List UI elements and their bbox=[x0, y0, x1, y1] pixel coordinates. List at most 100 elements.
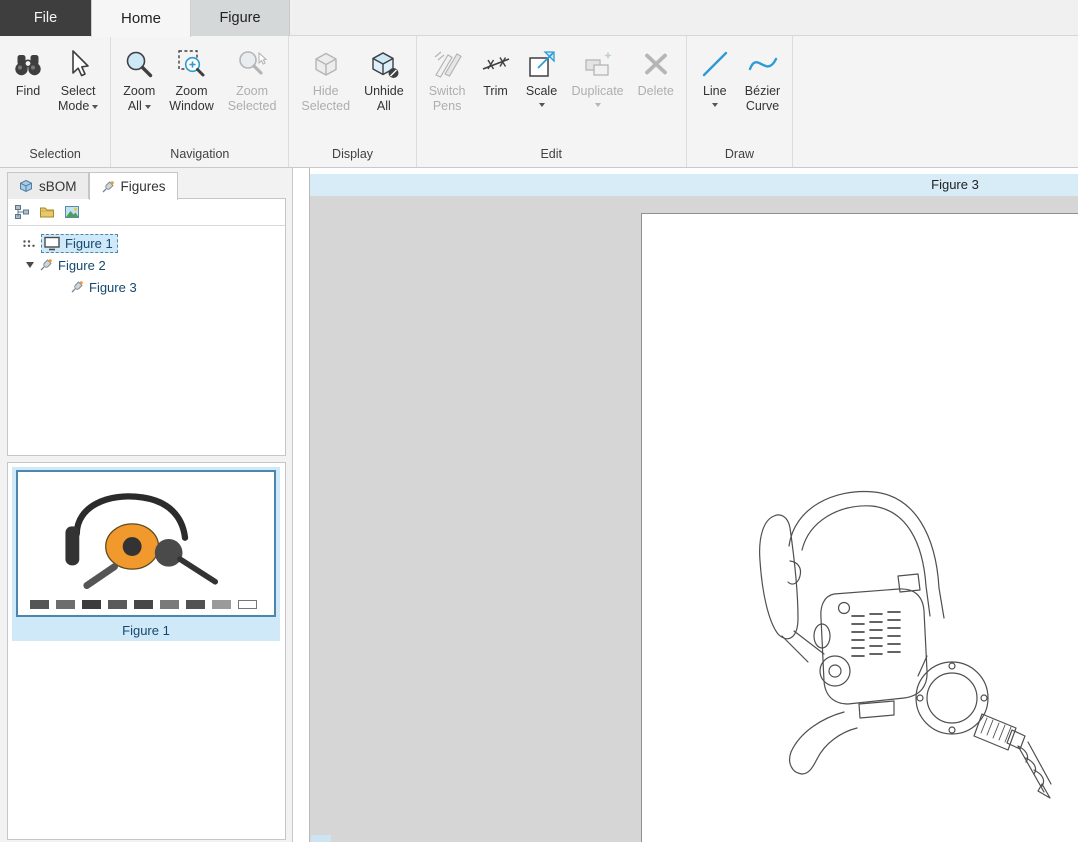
structure-icon[interactable] bbox=[14, 204, 30, 220]
ribbon-group-draw: Line Bézier Curve Draw bbox=[687, 36, 794, 167]
ribbon: Find Select Mode Selection Zoom All Zoom… bbox=[0, 36, 1078, 168]
image-icon[interactable] bbox=[64, 204, 80, 220]
button-label: Line bbox=[702, 84, 727, 98]
figure-window-title: Figure 3 bbox=[931, 177, 979, 192]
zoom-icon bbox=[123, 44, 155, 84]
button-label: Scale bbox=[525, 84, 558, 98]
ribbon-group-edit: Switch Pens Trim Scale Duplicate Delete … bbox=[417, 36, 687, 167]
scale-icon bbox=[526, 44, 558, 84]
chevron-down-icon bbox=[594, 102, 601, 107]
sidebar-panel: sBOM Figures Figure 1 Figure 2 Figure 3 … bbox=[0, 168, 293, 842]
bezier-curve-button[interactable]: Bézier Curve bbox=[738, 39, 787, 143]
ribbon-group-display: Hide Selected Unhide All Display bbox=[289, 36, 417, 167]
ribbon-group-selection: Find Select Mode Selection bbox=[0, 36, 112, 167]
tree-item-label: Figure 2 bbox=[58, 257, 106, 273]
sbom-cube-icon bbox=[19, 179, 33, 193]
cursor-arrow-icon bbox=[62, 44, 94, 84]
button-label: Zoom bbox=[123, 84, 156, 98]
unhide-all-button[interactable]: Unhide All bbox=[357, 39, 411, 143]
scale-button[interactable]: Scale bbox=[519, 39, 565, 143]
tree-item-figure-3[interactable]: Figure 3 bbox=[8, 276, 285, 298]
ribbon-empty-space bbox=[793, 36, 1078, 167]
thumbnail-panel: Figure 1 bbox=[7, 462, 286, 840]
canvas-background[interactable] bbox=[310, 196, 1078, 842]
tree-item-label: Figure 1 bbox=[65, 235, 113, 251]
button-label: Duplicate bbox=[571, 84, 624, 98]
button-label-2: Window bbox=[169, 99, 214, 113]
panel-splitter[interactable] bbox=[294, 168, 309, 842]
tab-home[interactable]: Home bbox=[91, 0, 191, 37]
chevron-down-icon bbox=[538, 102, 545, 107]
drill-illustration[interactable] bbox=[694, 466, 1064, 816]
tree-selection-highlight: Figure 1 bbox=[41, 233, 118, 253]
tree-item-figure-2[interactable]: Figure 2 bbox=[8, 254, 285, 276]
sidebar-tab-label: sBOM bbox=[39, 178, 77, 194]
sidebar-tab-sbom[interactable]: sBOM bbox=[7, 172, 89, 199]
button-label: Switch bbox=[428, 84, 466, 98]
tab-file[interactable]: File bbox=[0, 0, 91, 36]
thumbnail-drill-art bbox=[65, 492, 219, 589]
button-label-2: Pens bbox=[432, 99, 462, 113]
trim-icon bbox=[480, 44, 512, 84]
button-label-2: All bbox=[128, 99, 151, 114]
folder-icon[interactable] bbox=[39, 204, 55, 220]
ribbon-group-navigation: Zoom All Zoom Window Zoom Selected Navig… bbox=[111, 36, 290, 167]
figures-pin-icon bbox=[101, 180, 115, 194]
tree-item-figure-1[interactable]: Figure 1 bbox=[8, 232, 285, 254]
trim-button[interactable]: Trim bbox=[473, 39, 519, 143]
zoom-selected-icon bbox=[236, 44, 268, 84]
select-mode-button[interactable]: Select Mode bbox=[51, 39, 105, 143]
button-label: Select bbox=[60, 84, 96, 98]
button-label: Zoom bbox=[236, 84, 269, 98]
sidebar-tab-label: Figures bbox=[120, 179, 166, 194]
group-label-draw: Draw bbox=[724, 147, 755, 161]
zoom-selected-button: Zoom Selected bbox=[221, 39, 284, 143]
thumbnail-figure-1[interactable]: Figure 1 bbox=[12, 467, 280, 641]
duplicate-button: Duplicate bbox=[565, 39, 631, 143]
tree-item-label: Figure 3 bbox=[89, 279, 137, 295]
thumbnail-caption: Figure 1 bbox=[122, 623, 170, 638]
chevron-down-icon bbox=[144, 104, 151, 109]
sidebar-tab-figures[interactable]: Figures bbox=[88, 172, 178, 200]
unhide-cube-icon bbox=[368, 44, 400, 84]
chevron-down-icon bbox=[711, 102, 718, 107]
figure-window-titlebar[interactable]: Figure 3 bbox=[310, 174, 1078, 196]
h-scrollbar[interactable] bbox=[311, 835, 331, 842]
line-icon bbox=[699, 44, 731, 84]
button-label-2: Selected bbox=[301, 99, 351, 113]
binoculars-icon bbox=[12, 44, 44, 84]
monitor-icon bbox=[44, 236, 60, 251]
group-label-display: Display bbox=[332, 147, 374, 161]
figures-tree: Figure 1 Figure 2 Figure 3 bbox=[8, 226, 285, 304]
ribbon-tab-strip: File Home Figure bbox=[0, 0, 1078, 37]
button-label-2: All bbox=[376, 99, 391, 113]
figure-canvas-area: Figure 3 bbox=[309, 168, 1078, 842]
bezier-curve-icon bbox=[747, 44, 779, 84]
delete-button: Delete bbox=[631, 39, 681, 143]
zoom-window-button[interactable]: Zoom Window bbox=[162, 39, 220, 143]
zoom-window-icon bbox=[176, 44, 208, 84]
sidebar-tab-strip: sBOM Figures bbox=[7, 172, 178, 200]
button-label-2: Mode bbox=[58, 99, 99, 114]
hide-cube-icon bbox=[310, 44, 342, 84]
button-label-2: Selected bbox=[227, 99, 277, 113]
button-label-2: Curve bbox=[745, 99, 780, 113]
group-label-edit: Edit bbox=[540, 147, 562, 161]
figure-item-icon bbox=[70, 280, 84, 294]
button-label: Delete bbox=[637, 84, 674, 98]
group-label-navigation: Navigation bbox=[170, 147, 230, 161]
duplicate-icon bbox=[582, 44, 614, 84]
figures-tree-panel: Figure 1 Figure 2 Figure 3 bbox=[7, 198, 286, 456]
pens-icon bbox=[431, 44, 463, 84]
thumbnail-filmstrip bbox=[30, 600, 262, 609]
line-button[interactable]: Line bbox=[692, 39, 738, 143]
button-label: Hide bbox=[312, 84, 339, 98]
button-label: Find bbox=[15, 84, 41, 98]
find-button[interactable]: Find bbox=[5, 39, 51, 143]
zoom-all-button[interactable]: Zoom All bbox=[116, 39, 162, 143]
expand-triangle-icon[interactable] bbox=[26, 262, 34, 268]
tab-figure[interactable]: Figure bbox=[191, 0, 290, 36]
figure-page[interactable] bbox=[641, 213, 1078, 842]
button-label: Trim bbox=[483, 84, 508, 98]
button-label: Bézier bbox=[744, 84, 781, 98]
